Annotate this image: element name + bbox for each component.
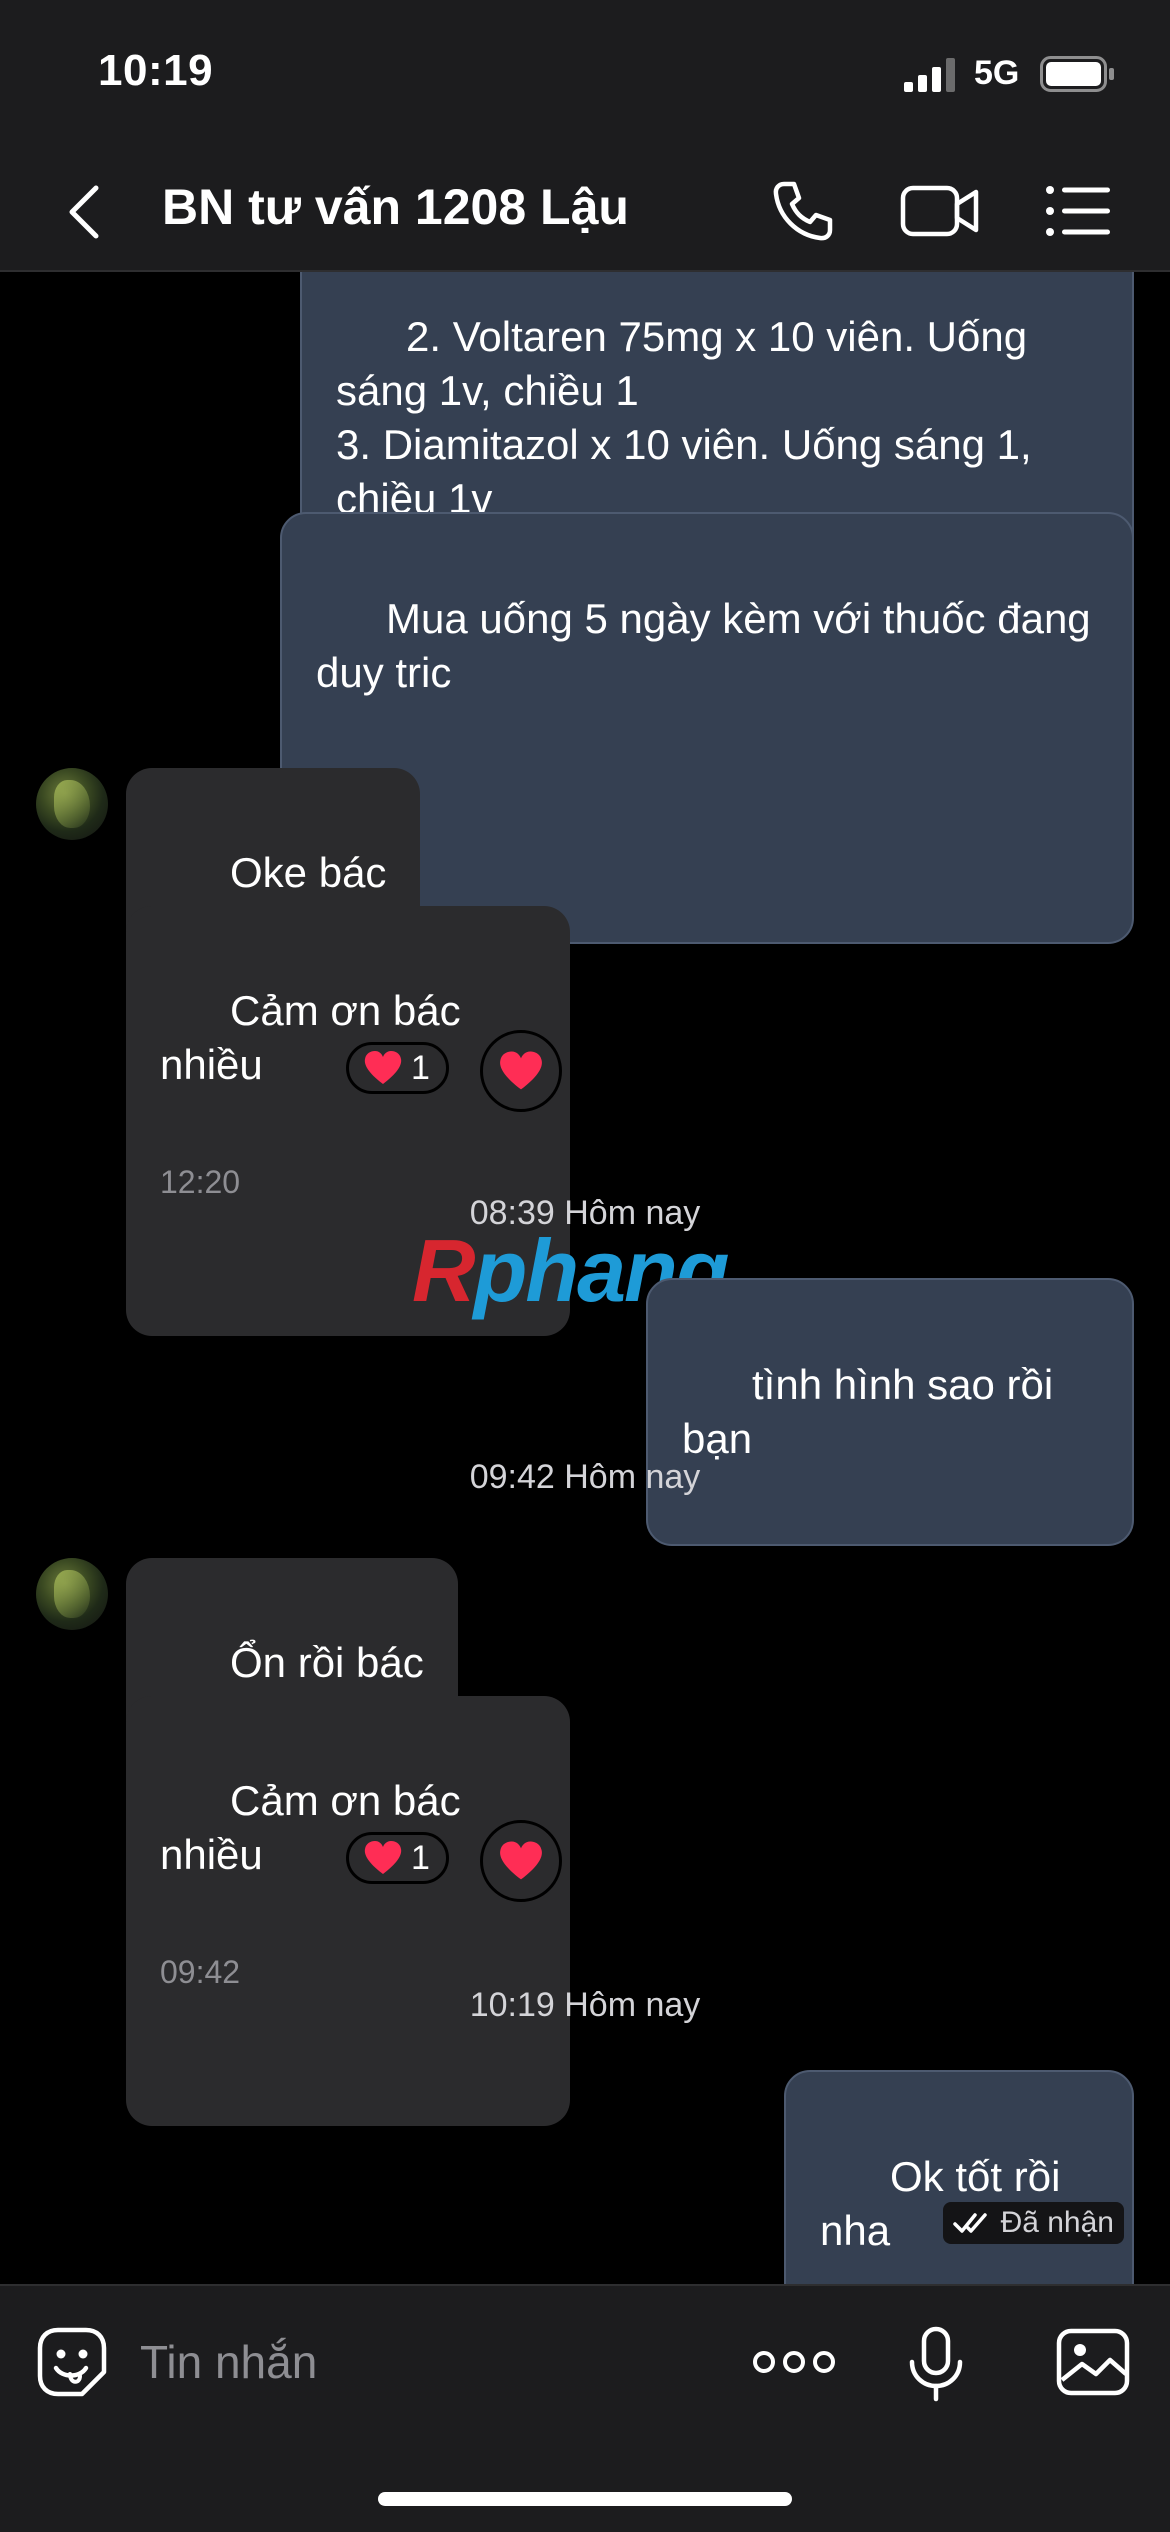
chat-title[interactable]: BN tư vấn 1208 Lậu xyxy=(162,178,629,236)
heart-icon xyxy=(500,1051,542,1090)
heart-icon xyxy=(364,1051,402,1084)
network-label: 5G xyxy=(974,54,1020,92)
options-icon[interactable] xyxy=(1044,184,1112,238)
receipt-label: Đã nhận xyxy=(1000,2206,1114,2239)
reaction-summary[interactable]: 1 xyxy=(346,1042,449,1094)
home-indicator[interactable] xyxy=(378,2492,792,2506)
outgoing-message[interactable]: Ok tốt rồi nha xyxy=(784,2070,1134,2284)
message-time: 12:19 xyxy=(316,770,1098,810)
check-icon xyxy=(952,2213,987,2233)
input-bar xyxy=(0,2284,1170,2532)
status-bar: 10:19 5G xyxy=(0,0,1170,150)
signal-icon xyxy=(904,58,955,92)
back-icon[interactable] xyxy=(62,182,112,242)
video-icon[interactable] xyxy=(900,180,980,242)
message-input[interactable] xyxy=(140,2322,700,2402)
call-icon[interactable] xyxy=(770,178,836,244)
avatar[interactable] xyxy=(36,1558,108,1630)
image-icon[interactable] xyxy=(1056,2328,1130,2396)
time-divider: 08:39 Hôm nay xyxy=(469,1194,701,1232)
outgoing-message[interactable]: tình hình sao rồi bạn xyxy=(646,1278,1134,1546)
incoming-message[interactable]: Cảm ơn bác nhiều 09:42 xyxy=(126,1696,570,2126)
incoming-message[interactable]: Cảm ơn bác nhiều 12:20 xyxy=(126,906,570,1336)
more-icon[interactable] xyxy=(752,2346,836,2378)
message-text: Oke bác xyxy=(230,849,387,896)
heart-icon xyxy=(364,1841,402,1874)
read-receipt: Đã nhận xyxy=(942,2202,1124,2244)
sticker-icon[interactable] xyxy=(36,2326,108,2398)
heart-icon xyxy=(500,1841,542,1880)
message-text: 2. Voltaren 75mg x 10 viên. Uống sáng 1v… xyxy=(336,313,1032,522)
reaction-summary[interactable]: 1 xyxy=(346,1832,449,1884)
reaction-count: 1 xyxy=(411,1838,430,1877)
chat-screen: 10:19 5G BN tư vấn 1208 Lậu 2. Voltaren … xyxy=(0,0,1170,2532)
message-list[interactable]: 2. Voltaren 75mg x 10 viên. Uống sáng 1v… xyxy=(0,272,1170,2284)
message-text: Mua uống 5 ngày kèm với thuốc đang duy t… xyxy=(316,595,1091,696)
react-button[interactable] xyxy=(480,1030,562,1112)
react-button[interactable] xyxy=(480,1820,562,1902)
battery-icon xyxy=(1040,56,1114,92)
status-time: 10:19 xyxy=(98,46,214,95)
chat-header: BN tư vấn 1208 Lậu xyxy=(0,150,1170,272)
message-text: Ổn rồi bác xyxy=(230,1639,424,1686)
mic-icon[interactable] xyxy=(906,2326,966,2402)
avatar[interactable] xyxy=(36,768,108,840)
time-divider: 09:42 Hôm nay xyxy=(469,1458,701,1496)
reaction-count: 1 xyxy=(411,1048,430,1087)
message-text: tình hình sao rồi bạn xyxy=(682,1361,1065,1462)
time-divider: 10:19 Hôm nay xyxy=(469,1986,701,2024)
